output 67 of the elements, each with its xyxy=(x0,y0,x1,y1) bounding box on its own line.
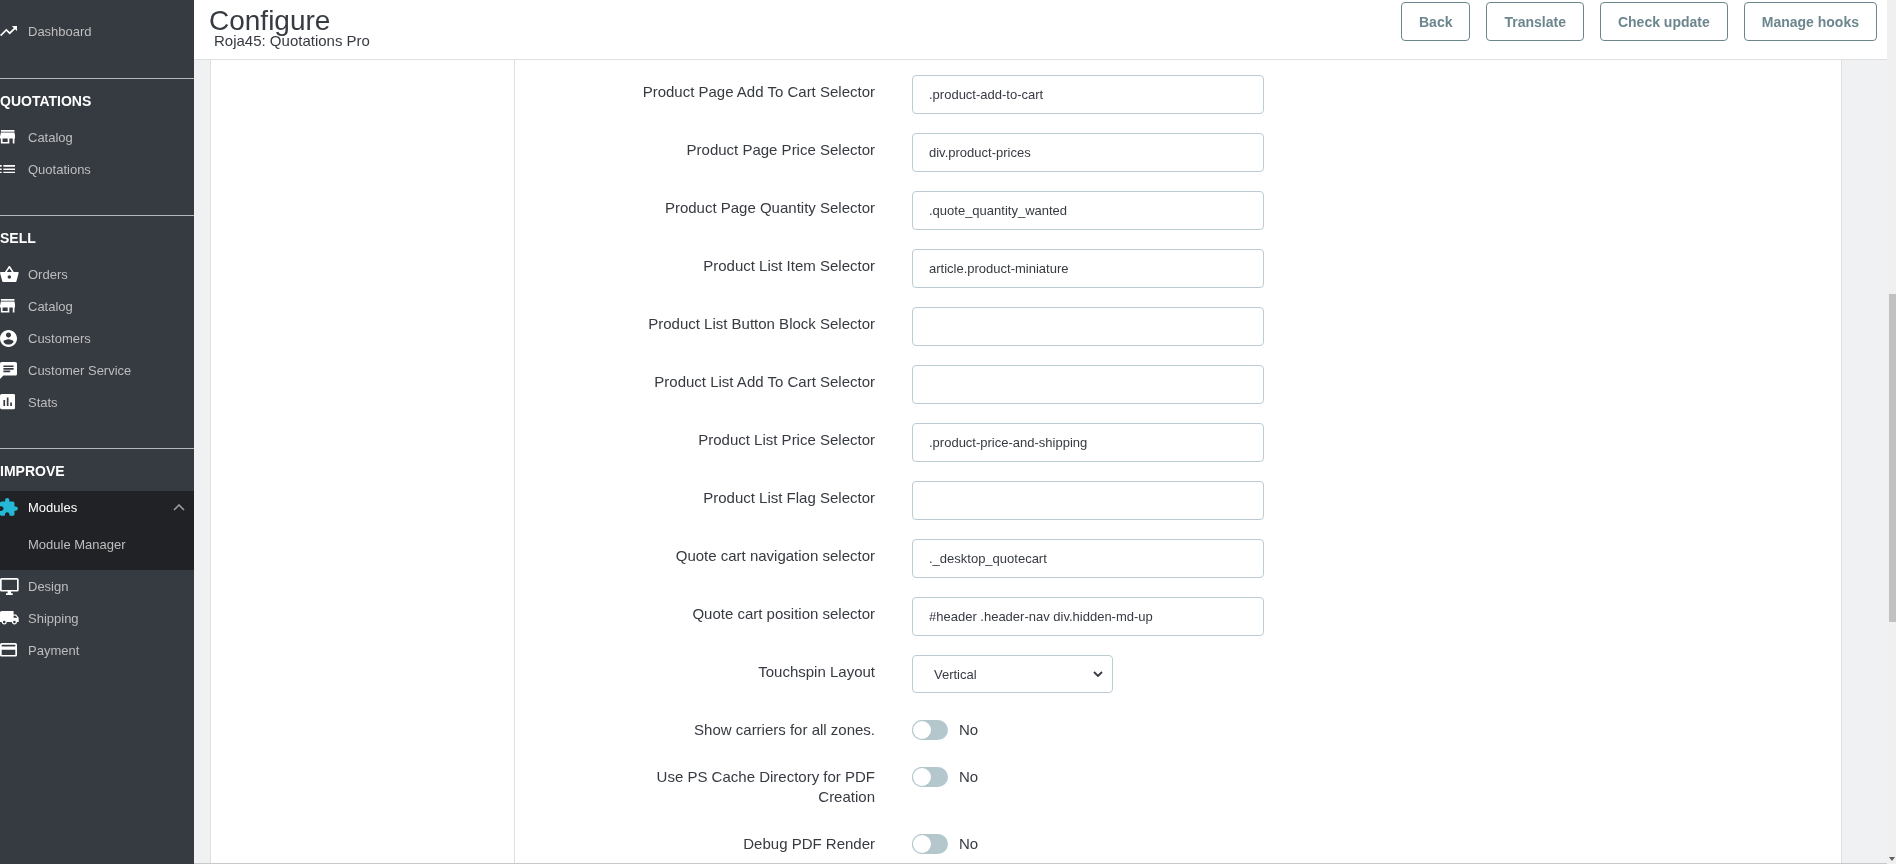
section-heading: SELL xyxy=(0,229,36,248)
sidebar-item[interactable]: Customer Service xyxy=(0,354,132,386)
scrollbar-thumb[interactable] xyxy=(1889,294,1896,622)
sidebar-item[interactable]: Dashboard xyxy=(0,15,92,47)
toolbar-button[interactable]: Check update xyxy=(1599,2,1728,41)
field-label: Touchspin Layout xyxy=(758,662,875,682)
field-label: Product List Price Selector xyxy=(698,430,875,450)
chat-bubble-icon xyxy=(0,361,17,379)
basket-icon xyxy=(0,265,19,283)
field-label: Product List Flag Selector xyxy=(703,488,875,508)
toggle-switch[interactable] xyxy=(912,767,948,787)
field-label: Product List Button Block Selector xyxy=(648,314,875,334)
bar-chart-icon xyxy=(0,394,16,410)
sidebar-item[interactable]: Quotations xyxy=(0,153,91,185)
select-dropdown[interactable]: Vertical xyxy=(912,655,1113,693)
sidebar-item[interactable]: Stats xyxy=(0,386,58,418)
field-label: Use PS Cache Directory for PDF Creation xyxy=(655,767,875,807)
submenu-item[interactable]: Module Manager xyxy=(28,528,126,560)
puzzle-piece-icon xyxy=(0,498,18,516)
text-field[interactable]: article.product-miniature xyxy=(912,249,1264,288)
text-field[interactable]: .product-price-and-shipping xyxy=(912,423,1264,462)
sidebar-item[interactable]: Customers xyxy=(0,322,91,354)
toggle-state-label: No xyxy=(959,767,979,787)
toolbar-button[interactable]: Manage hooks xyxy=(1743,2,1877,41)
field-label: Product Page Price Selector xyxy=(686,140,875,160)
toolbar-button[interactable]: Back xyxy=(1401,2,1471,41)
sidebar-item[interactable]: Orders xyxy=(0,258,68,290)
scroll-down-icon[interactable] xyxy=(1889,857,1895,861)
truck-icon xyxy=(0,611,19,625)
chevron-down-icon xyxy=(1093,671,1103,677)
field-label: Quote cart position selector xyxy=(692,604,875,624)
toolbar-button[interactable]: Translate xyxy=(1486,2,1584,41)
sidebar-item[interactable]: Catalog xyxy=(0,290,73,322)
page-title: Configure xyxy=(209,6,331,36)
field-label: Quote cart navigation selector xyxy=(675,546,875,566)
section-heading: QUOTATIONS xyxy=(0,92,92,111)
field-label: Product Page Quantity Selector xyxy=(664,198,875,218)
section-heading: IMPROVE xyxy=(0,462,65,481)
text-field[interactable] xyxy=(912,307,1264,346)
field-label: Debug PDF Render xyxy=(743,834,875,854)
list-icon xyxy=(0,164,16,174)
text-field[interactable]: div.product-prices xyxy=(912,133,1264,172)
storefront-icon xyxy=(0,130,16,144)
text-field[interactable]: .quote_quantity_wanted xyxy=(912,191,1264,230)
toggle-switch[interactable] xyxy=(912,720,948,740)
text-field[interactable]: #header .header-nav div.hidden-md-up xyxy=(912,597,1264,636)
trend-line-icon xyxy=(0,25,17,37)
sidebar-item[interactable]: Catalog xyxy=(0,121,73,153)
toggle-state-label: No xyxy=(959,720,979,740)
field-label: Show carriers for all zones. xyxy=(694,720,875,740)
storefront-icon xyxy=(0,299,16,313)
credit-card-icon xyxy=(0,643,17,657)
field-label: Product List Item Selector xyxy=(703,256,875,276)
toggle-state-label: No xyxy=(959,834,979,854)
field-label: Product List Add To Cart Selector xyxy=(654,372,875,392)
sidebar-item[interactable]: Design xyxy=(0,570,69,602)
sidebar-item[interactable]: Modules xyxy=(0,491,194,523)
monitor-icon xyxy=(0,577,19,595)
text-field[interactable]: ._desktop_quotecart xyxy=(912,539,1264,578)
toggle-switch[interactable] xyxy=(912,834,948,854)
sidebar-item[interactable]: Shipping xyxy=(0,602,79,634)
chevron-up-icon[interactable] xyxy=(173,503,185,511)
field-label: Product Page Add To Cart Selector xyxy=(642,82,875,102)
text-field[interactable]: .product-add-to-cart xyxy=(912,75,1264,114)
text-field[interactable] xyxy=(912,481,1264,520)
sidebar-item[interactable]: Payment xyxy=(0,634,80,666)
text-field[interactable] xyxy=(912,365,1264,404)
